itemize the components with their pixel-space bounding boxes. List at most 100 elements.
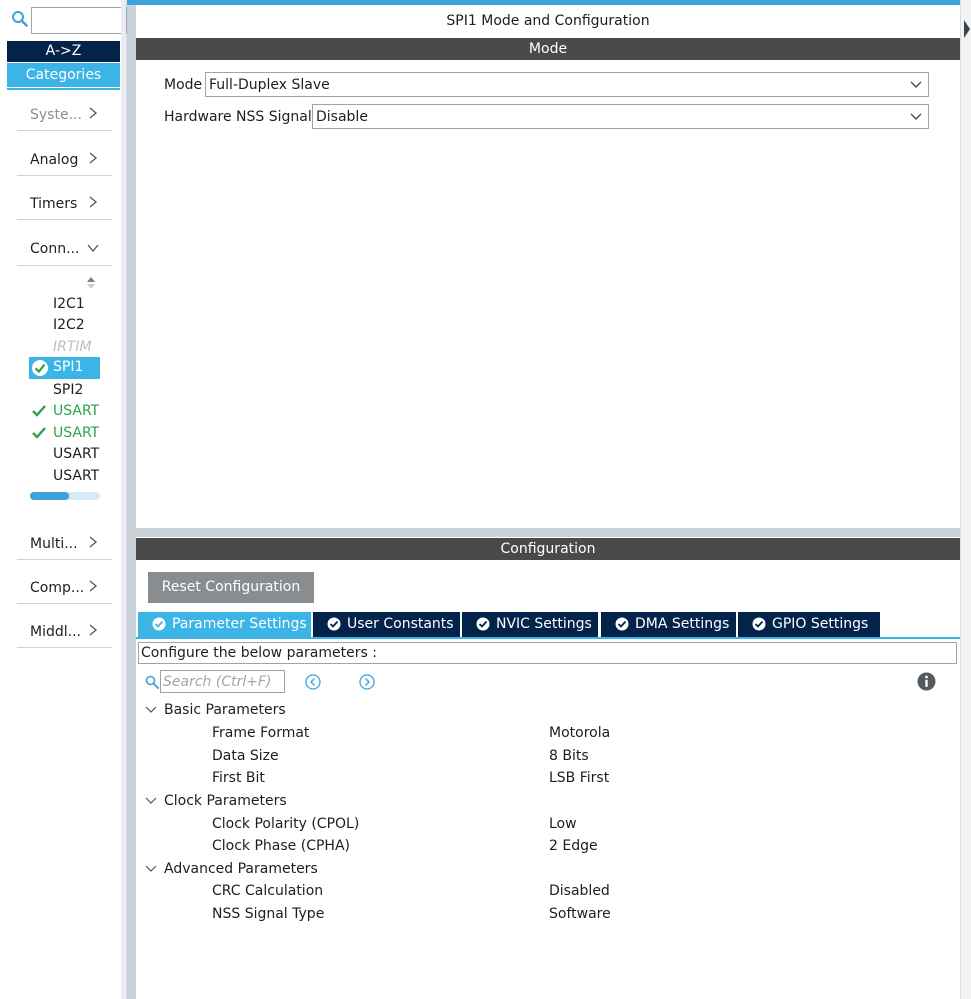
connectivity-divider (17, 265, 112, 266)
mode-label: Mode (164, 77, 203, 93)
group-label: Basic Parameters (164, 702, 286, 718)
peripheral-spi2[interactable]: SPI2 (53, 382, 83, 398)
param-name: Clock Phase (CPHA) (212, 838, 350, 854)
page-title: SPI1 Mode and Configuration (446, 13, 650, 29)
category-timers[interactable]: Timers (17, 192, 112, 220)
tab-label: GPIO Settings (772, 616, 869, 632)
category-label: Multi... (30, 536, 78, 552)
check-circle-icon (327, 617, 341, 631)
tab-nvic-settings[interactable]: NVIC Settings (462, 612, 598, 637)
param-value[interactable]: LSB First (549, 770, 609, 786)
category-label: Conn... (30, 241, 80, 257)
check-icon (32, 427, 46, 439)
check-circle-icon (152, 617, 166, 631)
param-value[interactable]: 8 Bits (549, 748, 589, 764)
peripheral-usart6[interactable]: USART (53, 468, 99, 484)
param-value[interactable]: Low (549, 816, 577, 832)
param-value[interactable]: 2 Edge (549, 838, 598, 854)
configuration-section-header: Configuration (136, 538, 960, 560)
next-icon[interactable] (359, 674, 375, 690)
chevron-right-icon (89, 152, 98, 164)
hardware-nss-value: Disable (316, 109, 368, 125)
tab-label: DMA Settings (635, 616, 730, 632)
category-label: Middl... (30, 624, 81, 640)
category-label: Comp... (30, 580, 85, 596)
sort-az-button[interactable]: A->Z (7, 41, 120, 62)
peripheral-i2c1[interactable]: I2C1 (53, 296, 85, 312)
tab-label: NVIC Settings (496, 616, 592, 632)
peripheral-usart2[interactable]: USART (53, 425, 99, 441)
search-icon[interactable] (11, 10, 29, 28)
categories-underline (7, 88, 120, 90)
tab-underline (136, 637, 960, 639)
chevron-right-icon (89, 580, 98, 592)
chevron-right-icon (89, 196, 98, 208)
param-value[interactable]: Software (549, 906, 611, 922)
category-connectivity[interactable]: Conn... (17, 237, 112, 265)
right-scrollbar[interactable] (960, 0, 971, 999)
mode-section-header: Mode (136, 38, 960, 60)
chevron-right-icon (89, 536, 98, 548)
mode-value: Full-Duplex Slave (209, 77, 330, 93)
param-name: Clock Polarity (CPOL) (212, 816, 360, 832)
chevron-down-icon (910, 81, 922, 88)
search-icon (145, 675, 159, 689)
group-label: Clock Parameters (164, 793, 287, 809)
param-name: Data Size (212, 748, 279, 764)
chevron-down-icon (145, 865, 157, 872)
mode-select[interactable]: Full-Duplex Slave (205, 72, 929, 97)
check-circle-icon (615, 617, 629, 631)
peripheral-i2c2[interactable]: I2C2 (53, 317, 85, 333)
category-middleware[interactable]: Middl... (17, 620, 112, 648)
tab-user-constants[interactable]: User Constants (313, 612, 460, 637)
category-multimedia[interactable]: Multi... (17, 532, 112, 560)
reset-configuration-button[interactable]: Reset Configuration (148, 572, 314, 603)
category-label: Analog (30, 152, 79, 168)
chevron-right-icon (89, 624, 98, 636)
sidebar-scrollbar[interactable] (121, 0, 126, 999)
splitter[interactable] (127, 0, 136, 999)
chevron-down-icon (145, 797, 157, 804)
param-name: CRC Calculation (212, 883, 324, 899)
sidebar: A->Z Categories Syste... Analog Timers C… (0, 0, 127, 999)
group-label: Advanced Parameters (164, 861, 318, 877)
tab-label: Parameter Settings (172, 616, 307, 632)
sort-icon[interactable] (86, 276, 96, 290)
scrollbar-thumb[interactable] (30, 492, 69, 500)
section-splitter[interactable] (136, 528, 960, 537)
category-analog[interactable]: Analog (17, 148, 112, 176)
hint-text: Configure the below parameters : (141, 645, 377, 661)
check-icon (32, 405, 46, 417)
check-circle-icon (752, 617, 766, 631)
collapse-arrow-icon[interactable] (963, 18, 971, 40)
chevron-right-icon (89, 107, 98, 119)
sidebar-search-input[interactable] (31, 7, 127, 34)
peripheral-label: SPI1 (53, 359, 84, 375)
tab-label: User Constants (347, 616, 454, 632)
parameter-search-box[interactable] (160, 670, 285, 693)
check-circle-icon (32, 360, 48, 376)
category-system-core[interactable]: Syste... (17, 103, 112, 131)
info-icon[interactable] (917, 672, 936, 691)
param-value[interactable]: Disabled (549, 883, 610, 899)
param-value[interactable]: Motorola (549, 725, 610, 741)
categories-button[interactable]: Categories (7, 63, 120, 87)
tab-gpio-settings[interactable]: GPIO Settings (738, 612, 880, 637)
category-label: Syste... (30, 107, 82, 123)
chevron-down-icon (145, 706, 157, 713)
param-name: First Bit (212, 770, 265, 786)
peripheral-usart3[interactable]: USART (53, 446, 99, 462)
parameters-hint: Configure the below parameters : (138, 642, 957, 664)
param-name: NSS Signal Type (212, 906, 325, 922)
peripheral-usart1[interactable]: USART (53, 403, 99, 419)
peripheral-list-scrollbar[interactable] (30, 492, 100, 500)
tab-dma-settings[interactable]: DMA Settings (601, 612, 736, 637)
check-circle-icon (476, 617, 490, 631)
parameter-search-input[interactable] (163, 672, 283, 692)
hardware-nss-label: Hardware NSS Signal (164, 109, 312, 125)
category-computing[interactable]: Comp... (17, 576, 112, 604)
hardware-nss-select[interactable]: Disable (312, 104, 929, 129)
previous-icon[interactable] (305, 674, 321, 690)
peripheral-spi1[interactable]: SPI1 (29, 357, 100, 379)
tab-parameter-settings[interactable]: Parameter Settings (138, 612, 311, 637)
